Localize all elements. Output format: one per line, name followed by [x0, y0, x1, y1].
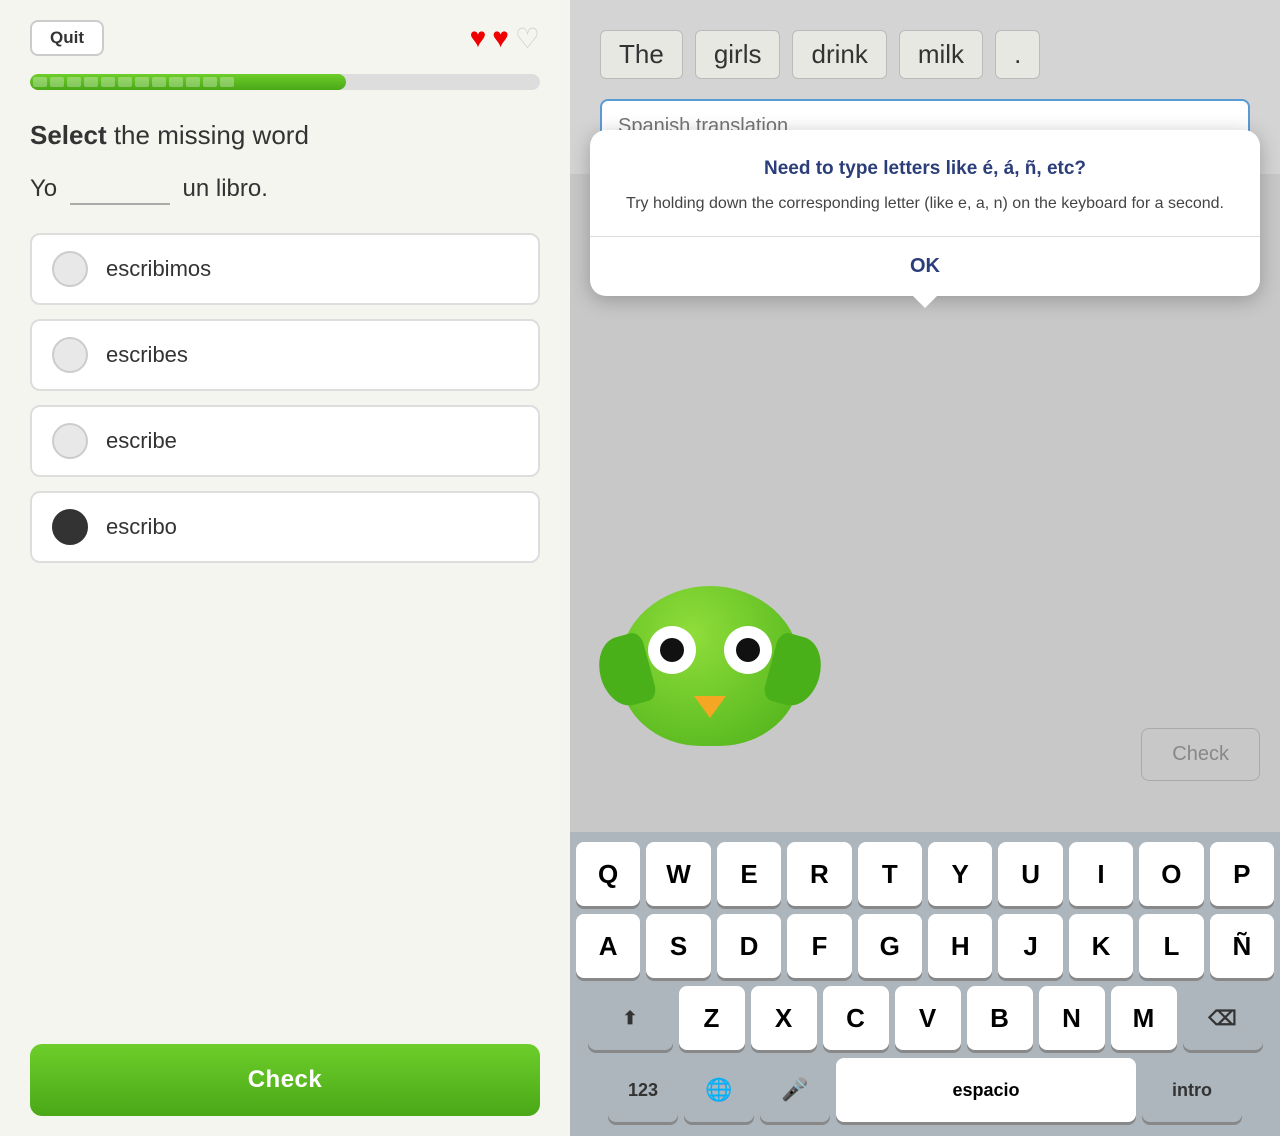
keyboard-row-4: 123 🌐 🎤 espacio intro — [576, 1058, 1274, 1122]
check-button-right[interactable]: Check — [1141, 728, 1260, 781]
key-e[interactable]: E — [717, 842, 781, 906]
option-escribes[interactable]: escribes — [30, 319, 540, 391]
owl-beak — [694, 696, 726, 718]
key-q[interactable]: Q — [576, 842, 640, 906]
key-y[interactable]: Y — [928, 842, 992, 906]
num-key[interactable]: 123 — [608, 1058, 678, 1122]
key-n-tilde[interactable]: Ñ — [1210, 914, 1274, 978]
sentence-blank — [70, 175, 170, 205]
key-z[interactable]: Z — [679, 986, 745, 1050]
keyboard: Q W E R T Y U I O P A S D F G H J K L Ñ … — [570, 832, 1280, 1136]
key-j[interactable]: J — [998, 914, 1062, 978]
check-button-left[interactable]: Check — [30, 1044, 540, 1116]
key-m[interactable]: M — [1111, 986, 1177, 1050]
chip-milk: milk — [899, 30, 983, 79]
keyboard-row-2: A S D F G H J K L Ñ — [576, 914, 1274, 978]
owl-mascot — [600, 586, 820, 786]
key-x[interactable]: X — [751, 986, 817, 1050]
owl-wing-right — [762, 631, 828, 712]
option-escribo[interactable]: escribo — [30, 491, 540, 563]
sentence-after: un libro. — [183, 175, 268, 202]
key-b[interactable]: B — [967, 986, 1033, 1050]
word-chips: The girls drink milk . — [600, 30, 1250, 79]
space-key[interactable]: espacio — [836, 1058, 1136, 1122]
shift-key[interactable]: ⬆ — [588, 986, 673, 1050]
radio-escribes[interactable] — [52, 337, 88, 373]
key-r[interactable]: R — [787, 842, 851, 906]
key-v[interactable]: V — [895, 986, 961, 1050]
globe-key[interactable]: 🌐 — [684, 1058, 754, 1122]
mic-key[interactable]: 🎤 — [760, 1058, 830, 1122]
key-d[interactable]: D — [717, 914, 781, 978]
option-label-escribo: escribo — [106, 514, 177, 540]
key-w[interactable]: W — [646, 842, 710, 906]
tooltip-popup: Need to type letters like é, á, ñ, etc? … — [590, 130, 1260, 296]
owl-body — [620, 586, 800, 746]
key-c[interactable]: C — [823, 986, 889, 1050]
intro-key[interactable]: intro — [1142, 1058, 1242, 1122]
option-escribe[interactable]: escribe — [30, 405, 540, 477]
tooltip-title: Need to type letters like é, á, ñ, etc? — [618, 158, 1232, 180]
key-i[interactable]: I — [1069, 842, 1133, 906]
hearts-display: ♥ ♥ ♡ — [470, 22, 540, 55]
radio-escribo[interactable] — [52, 509, 88, 545]
quit-button[interactable]: Quit — [30, 20, 104, 56]
sentence-before: Yo — [30, 175, 57, 202]
key-g[interactable]: G — [858, 914, 922, 978]
key-h[interactable]: H — [928, 914, 992, 978]
radio-escribimos[interactable] — [52, 251, 88, 287]
delete-key[interactable]: ⌫ — [1183, 986, 1263, 1050]
keyboard-row-3: ⬆ Z X C V B N M ⌫ — [576, 986, 1274, 1050]
key-t[interactable]: T — [858, 842, 922, 906]
right-panel: The girls drink milk . Need to type lett… — [570, 0, 1280, 1136]
instruction-text: Select the missing word — [30, 120, 540, 151]
owl-pupil-left — [660, 638, 684, 662]
owl-eye-right — [724, 626, 772, 674]
key-u[interactable]: U — [998, 842, 1062, 906]
key-l[interactable]: L — [1139, 914, 1203, 978]
key-k[interactable]: K — [1069, 914, 1133, 978]
option-label-escribimos: escribimos — [106, 256, 211, 282]
key-p[interactable]: P — [1210, 842, 1274, 906]
chip-the: The — [600, 30, 683, 79]
tooltip-ok-button[interactable]: OK — [590, 236, 1260, 296]
chip-drink: drink — [792, 30, 886, 79]
key-s[interactable]: S — [646, 914, 710, 978]
sentence: Yo un libro. — [30, 175, 540, 205]
progress-bar-container — [30, 74, 540, 90]
option-label-escribe: escribe — [106, 428, 177, 454]
top-bar: Quit ♥ ♥ ♡ — [30, 20, 540, 56]
instruction-rest: the missing word — [107, 120, 309, 150]
heart-1: ♥ — [470, 22, 487, 54]
option-label-escribes: escribes — [106, 342, 188, 368]
heart-2: ♥ — [492, 22, 509, 54]
options-list: escribimos escribes escribe escribo — [30, 233, 540, 563]
heart-3: ♡ — [515, 22, 540, 55]
key-n[interactable]: N — [1039, 986, 1105, 1050]
chip-period: . — [995, 30, 1040, 79]
key-o[interactable]: O — [1139, 842, 1203, 906]
instruction-bold: Select — [30, 120, 107, 150]
keyboard-row-1: Q W E R T Y U I O P — [576, 842, 1274, 906]
tooltip-body: Try holding down the corresponding lette… — [618, 192, 1232, 216]
chip-girls: girls — [695, 30, 781, 79]
owl-pupil-right — [736, 638, 760, 662]
owl-eye-left — [648, 626, 696, 674]
radio-escribe[interactable] — [52, 423, 88, 459]
progress-bar-fill — [30, 74, 346, 90]
option-escribimos[interactable]: escribimos — [30, 233, 540, 305]
key-f[interactable]: F — [787, 914, 851, 978]
key-a[interactable]: A — [576, 914, 640, 978]
left-panel: Quit ♥ ♥ ♡ Select the missing word Yo u — [0, 0, 570, 1136]
